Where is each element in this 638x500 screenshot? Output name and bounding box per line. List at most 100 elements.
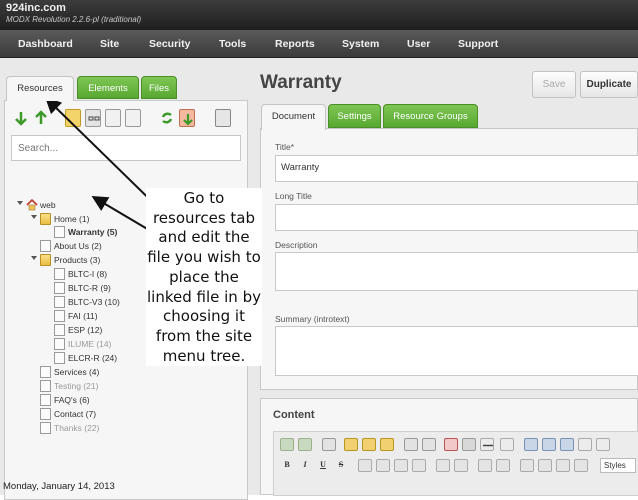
blockquote-icon[interactable] [520, 459, 534, 472]
new-link-icon[interactable] [85, 109, 101, 127]
nav-reports[interactable]: Reports [275, 38, 315, 50]
special-char-icon[interactable] [500, 438, 514, 451]
nav-site[interactable]: Site [100, 38, 119, 50]
tree-toolbar [11, 107, 243, 129]
document-icon [54, 338, 65, 350]
document-icon [40, 394, 51, 406]
tab-resources[interactable]: Resources [6, 76, 74, 101]
numbered-list-icon[interactable] [454, 459, 468, 472]
document-icon [40, 408, 51, 420]
tab-resource-groups[interactable]: Resource Groups [383, 104, 478, 128]
anchor-icon[interactable] [578, 438, 592, 451]
description-label: Description [275, 240, 318, 250]
unlink-icon[interactable] [560, 438, 574, 451]
tab-settings[interactable]: Settings [328, 104, 381, 128]
home-icon [26, 198, 38, 211]
top-bar: 924inc.com MODX Revolution 2.2.6-pl (tra… [0, 0, 638, 30]
document-icon [54, 268, 65, 280]
tree-search-input[interactable] [11, 135, 241, 161]
nav-security[interactable]: Security [149, 38, 190, 50]
nav-tools[interactable]: Tools [219, 38, 246, 50]
document-icon [54, 324, 65, 336]
new-document-icon[interactable] [105, 109, 121, 127]
rich-text-editor-toolbar: B I U S Styles [273, 431, 638, 496]
new-static-icon[interactable] [125, 109, 141, 127]
content-title: Content [273, 409, 315, 421]
document-form: Title* Warranty Long Title Description S… [260, 128, 638, 390]
redo-icon[interactable] [298, 438, 312, 451]
select-all-icon[interactable] [322, 438, 336, 451]
bold-button[interactable]: B [280, 460, 294, 469]
main-nav: Dashboard Site Security Tools Reports Sy… [0, 30, 638, 58]
tab-document[interactable]: Document [261, 104, 326, 130]
paste-icon[interactable] [344, 438, 358, 451]
title-field[interactable]: Warranty [275, 155, 638, 182]
trash-icon[interactable] [215, 109, 231, 127]
text-color-icon[interactable] [574, 459, 588, 472]
underline-button[interactable]: U [316, 460, 330, 469]
table-icon[interactable] [462, 438, 476, 451]
nav-support[interactable]: Support [458, 38, 498, 50]
align-justify-icon[interactable] [412, 459, 426, 472]
collapse-all-icon[interactable] [33, 109, 49, 127]
undo-icon[interactable] [280, 438, 294, 451]
strikethrough-button[interactable]: S [334, 460, 348, 469]
page-title: Warranty [260, 72, 342, 93]
paste-word-icon[interactable] [380, 438, 394, 451]
align-left-icon[interactable] [358, 459, 372, 472]
indent-icon[interactable] [496, 459, 510, 472]
summary-label: Summary (introtext) [275, 314, 350, 324]
expand-all-icon[interactable] [13, 109, 29, 127]
sort-icon[interactable] [179, 109, 195, 127]
document-icon [40, 422, 51, 434]
italic-button[interactable]: I [298, 460, 312, 469]
annotation-callout: Go to resources tab and edit the file yo… [146, 188, 262, 367]
link-icon[interactable] [542, 438, 556, 451]
document-icon [54, 226, 65, 238]
expand-caret-icon[interactable] [31, 215, 37, 219]
flash-icon[interactable] [444, 438, 458, 451]
fullscreen-icon[interactable] [596, 438, 610, 451]
styles-dropdown[interactable]: Styles [600, 458, 636, 473]
site-name[interactable]: 924inc.com [6, 2, 66, 14]
new-folder-icon[interactable] [65, 109, 81, 127]
document-icon [54, 282, 65, 294]
summary-field[interactable] [275, 326, 638, 376]
bullet-list-icon[interactable] [436, 459, 450, 472]
document-icon [54, 310, 65, 322]
tab-files[interactable]: Files [141, 76, 177, 99]
nav-user[interactable]: User [407, 38, 430, 50]
replace-icon[interactable] [422, 438, 436, 451]
resource-editor-panel: Warranty Save Duplicate Document Setting… [258, 58, 638, 496]
paste-text-icon[interactable] [362, 438, 376, 451]
content-section: Content B I U S Styles [260, 398, 638, 496]
document-icon [54, 296, 65, 308]
nav-dashboard[interactable]: Dashboard [18, 38, 73, 50]
document-icon [40, 240, 51, 252]
long-title-label: Long Title [275, 191, 312, 201]
align-right-icon[interactable] [394, 459, 408, 472]
document-icon [40, 366, 51, 378]
document-icon [54, 352, 65, 364]
image-icon[interactable] [524, 438, 538, 451]
outdent-icon[interactable] [478, 459, 492, 472]
find-icon[interactable] [404, 438, 418, 451]
duplicate-button[interactable]: Duplicate [580, 71, 638, 98]
superscript-icon[interactable] [556, 459, 570, 472]
align-center-icon[interactable] [376, 459, 390, 472]
document-icon [40, 380, 51, 392]
nav-system[interactable]: System [342, 38, 379, 50]
horizontal-rule-icon[interactable] [480, 438, 494, 451]
footer-date: Monday, January 14, 2013 [3, 481, 115, 492]
description-field[interactable] [275, 252, 638, 291]
long-title-field[interactable] [275, 204, 638, 231]
title-label: Title* [275, 142, 295, 152]
save-button[interactable]: Save [532, 71, 576, 98]
subscript-icon[interactable] [538, 459, 552, 472]
refresh-icon[interactable] [159, 109, 175, 127]
version-label: MODX Revolution 2.2.6-pl (traditional) [6, 15, 142, 24]
folder-icon [40, 254, 51, 266]
tab-elements[interactable]: Elements [77, 76, 139, 99]
expand-caret-icon[interactable] [17, 201, 23, 205]
expand-caret-icon[interactable] [31, 256, 37, 260]
